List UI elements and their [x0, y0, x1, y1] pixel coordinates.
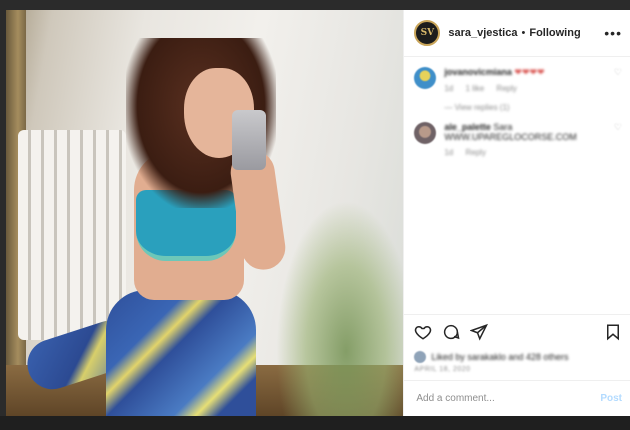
comment-item: ale_palette Sara WWW.UPAREGLOCORSE.COM 1… [414, 122, 622, 157]
phone [232, 110, 266, 170]
plant [276, 200, 404, 416]
comment-reply-button[interactable]: Reply [466, 148, 486, 157]
heart-icon[interactable] [414, 323, 432, 341]
action-bar [404, 314, 630, 348]
comment-meta: 1d Reply [444, 148, 608, 157]
post-comment-button[interactable]: Post [600, 393, 622, 404]
add-comment-bar: Post [404, 380, 630, 416]
comment-input[interactable] [414, 392, 601, 405]
separator-dot: • [521, 27, 526, 39]
comment-reply-button[interactable]: Reply [496, 84, 516, 93]
comment-icon[interactable] [442, 323, 460, 341]
username-link[interactable]: sara_vjestica [448, 27, 517, 39]
comment-text: ❤❤❤❤ [514, 67, 545, 77]
post-header: SV sara_vjestica • Following ••• [404, 10, 630, 57]
comment-like-icon[interactable]: ♡ [614, 67, 622, 78]
comment-body: ale_palette Sara WWW.UPAREGLOCORSE.COM 1… [444, 122, 608, 157]
comment-avatar[interactable] [414, 67, 437, 89]
comment-item: jovanovicmiana ❤❤❤❤ 1d 1 like Reply ♡ [414, 67, 622, 93]
radiator [18, 130, 126, 340]
share-icon[interactable] [470, 323, 489, 341]
comment-username[interactable]: ale_palette [444, 122, 491, 132]
liker-avatar [414, 351, 427, 363]
post-date: APRIL 18, 2020 [414, 366, 471, 373]
bookmark-icon[interactable] [604, 323, 622, 341]
avatar[interactable]: SV [414, 20, 441, 46]
comment-likes[interactable]: 1 like [466, 84, 485, 93]
comment-username[interactable]: jovanovicmiana [444, 67, 512, 77]
post-sidebar: SV sara_vjestica • Following ••• jovanov… [403, 10, 630, 416]
likes-text[interactable]: Liked by sarakaklo and 428 others [431, 352, 568, 362]
comment-body: jovanovicmiana ❤❤❤❤ 1d 1 like Reply [444, 67, 608, 93]
likes-summary[interactable]: Liked by sarakaklo and 428 others [404, 348, 630, 366]
comment-time: 1d [444, 84, 454, 93]
comments-list: jovanovicmiana ❤❤❤❤ 1d 1 like Reply ♡ — … [404, 57, 630, 314]
view-replies-button[interactable]: — View replies (1) [444, 103, 622, 112]
background-strip [0, 416, 630, 430]
following-button[interactable]: Following [529, 27, 580, 39]
leggings [106, 290, 256, 416]
comment-meta: 1d 1 like Reply [444, 84, 608, 93]
post-photo[interactable] [6, 10, 404, 416]
comment-avatar[interactable] [414, 122, 437, 144]
comment-time: 1d [444, 148, 454, 157]
comment-like-icon[interactable]: ♡ [614, 122, 622, 133]
post-modal: SV sara_vjestica • Following ••• jovanov… [6, 10, 630, 416]
more-horizontal-icon[interactable]: ••• [604, 25, 622, 41]
